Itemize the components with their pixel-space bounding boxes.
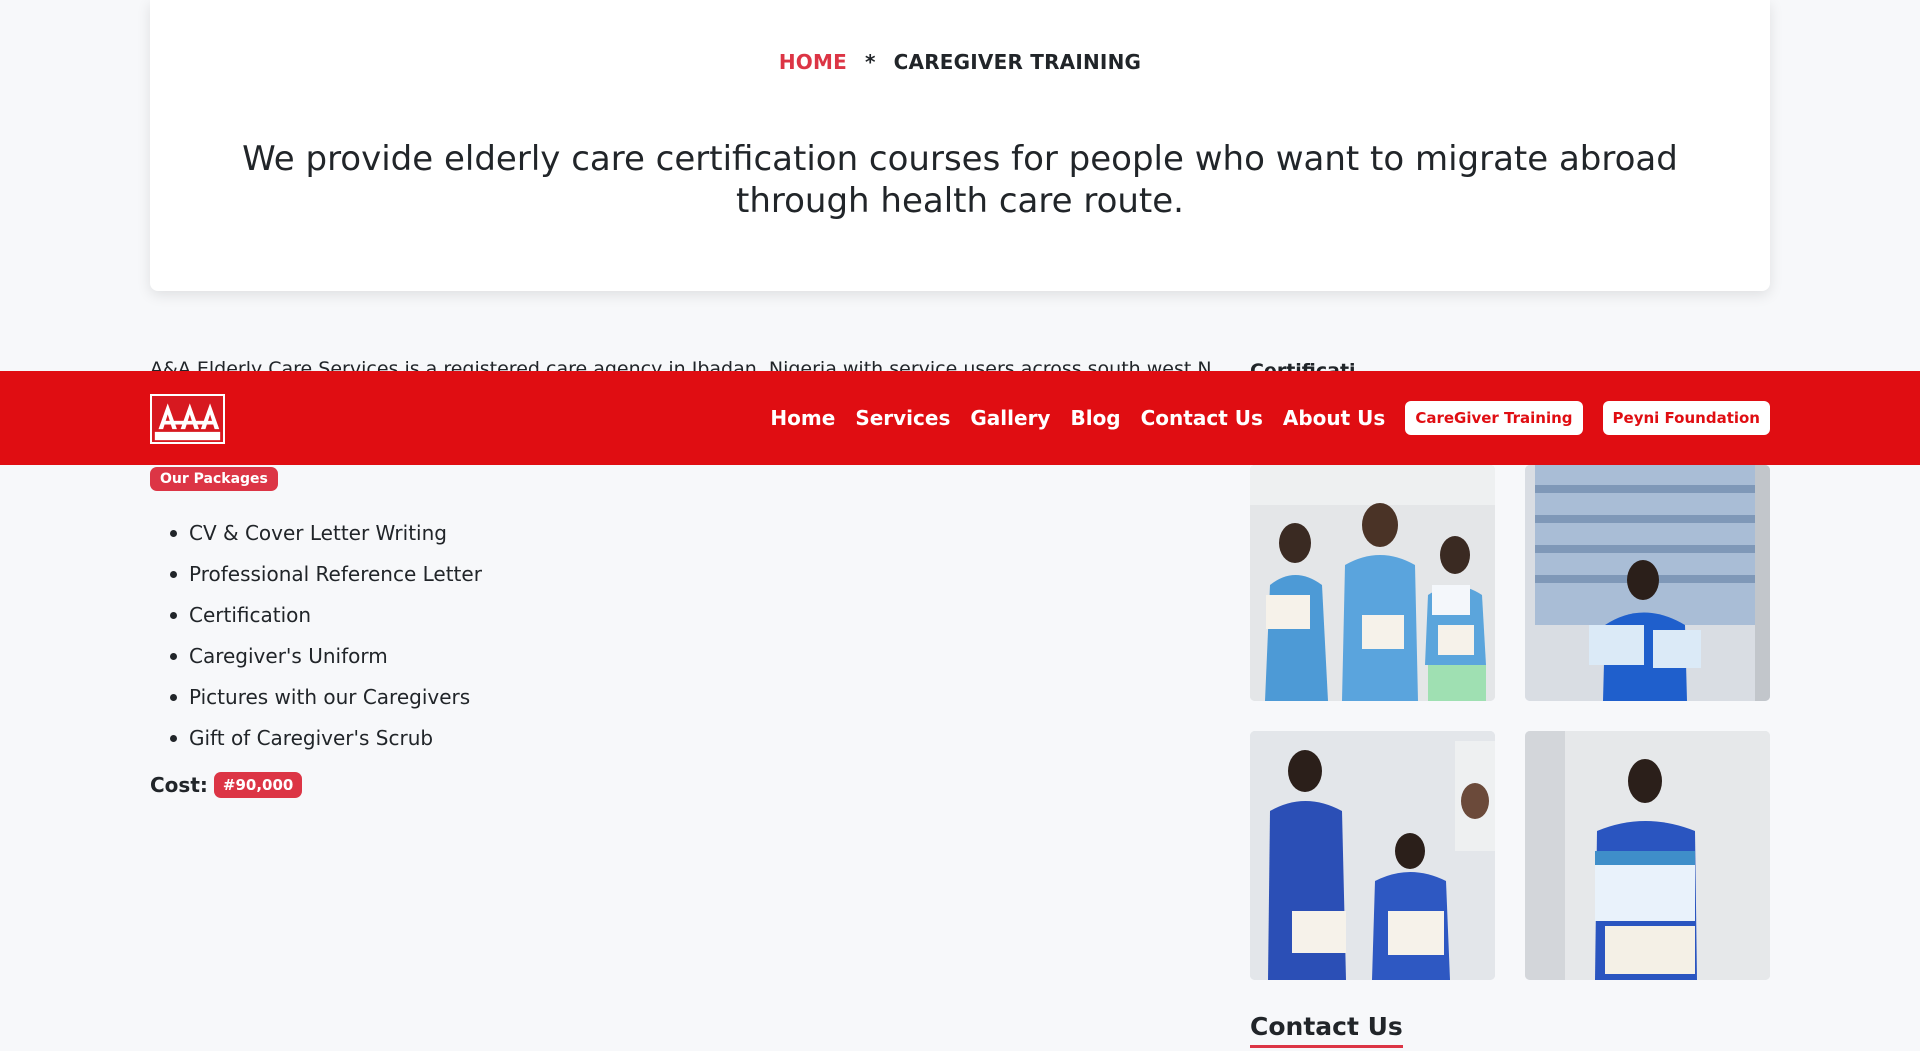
list-item: Certification — [170, 595, 482, 636]
cost-badge: #90,000 — [213, 772, 303, 798]
bullet-icon — [170, 571, 177, 578]
list-item: Gift of Caregiver's Scrub — [170, 718, 482, 759]
list-item: Pictures with our Caregivers — [170, 677, 482, 718]
bullet-icon — [170, 530, 177, 537]
package-item-label: Caregiver's Uniform — [189, 644, 388, 668]
navbar: Home Services Gallery Blog Contact Us Ab… — [0, 371, 1920, 465]
cost-row: Cost: #90,000 — [150, 772, 303, 798]
gallery-photo[interactable] — [1250, 731, 1495, 980]
caregiver-holding-certificates-icon — [1525, 731, 1770, 980]
breadcrumb-home-link[interactable]: HOME — [779, 50, 847, 74]
gallery-photo[interactable] — [1525, 731, 1770, 980]
nav-gallery[interactable]: Gallery — [970, 406, 1050, 430]
contact-us-heading: Contact Us — [1250, 1012, 1403, 1048]
caregiver-training-button[interactable]: CareGiver Training — [1405, 401, 1583, 435]
breadcrumb-separator: * — [864, 50, 876, 74]
peyni-foundation-button[interactable]: Peyni Foundation — [1602, 401, 1770, 435]
list-item: CV & Cover Letter Writing — [170, 513, 482, 554]
nav-home[interactable]: Home — [770, 406, 835, 430]
brand-logo[interactable] — [150, 394, 225, 444]
package-item-label: Certification — [189, 603, 312, 627]
two-caregivers-photo-icon — [1250, 731, 1495, 980]
hero-card: HOME * CAREGIVER TRAINING We provide elder… — [150, 0, 1770, 291]
nav-services[interactable]: Services — [855, 406, 950, 430]
nav-links: Home Services Gallery Blog Contact Us Ab… — [750, 401, 1770, 435]
bullet-icon — [170, 612, 177, 619]
package-item-label: CV & Cover Letter Writing — [189, 521, 447, 545]
gallery-photo[interactable] — [1525, 465, 1770, 701]
hero-heading: We provide elderly care certification co… — [242, 139, 1678, 221]
breadcrumb-current: CAREGIVER TRAINING — [893, 50, 1142, 74]
our-packages-badge: Our Packages — [150, 467, 278, 491]
nav-about-us[interactable]: About Us — [1283, 406, 1385, 430]
logo-icon — [153, 396, 222, 442]
list-item: Professional Reference Letter — [170, 554, 482, 595]
nav-blog[interactable]: Blog — [1070, 406, 1120, 430]
bullet-icon — [170, 653, 177, 660]
packages-list: CV & Cover Letter Writing Professional R… — [170, 513, 482, 759]
nav-contact-us[interactable]: Contact Us — [1141, 406, 1263, 430]
breadcrumb: HOME * CAREGIVER TRAINING — [150, 50, 1770, 74]
caregiver-with-certificates-icon — [1525, 465, 1770, 701]
package-item-label: Pictures with our Caregivers — [189, 685, 471, 709]
bullet-icon — [170, 735, 177, 742]
bullet-icon — [170, 694, 177, 701]
package-item-label: Professional Reference Letter — [189, 562, 482, 586]
list-item: Caregiver's Uniform — [170, 636, 482, 677]
package-item-label: Gift of Caregiver's Scrub — [189, 726, 434, 750]
caregivers-group-photo-icon — [1250, 465, 1495, 701]
gallery-photo[interactable] — [1250, 465, 1495, 701]
cost-label: Cost: — [150, 773, 208, 797]
certification-gallery — [1250, 465, 1770, 980]
